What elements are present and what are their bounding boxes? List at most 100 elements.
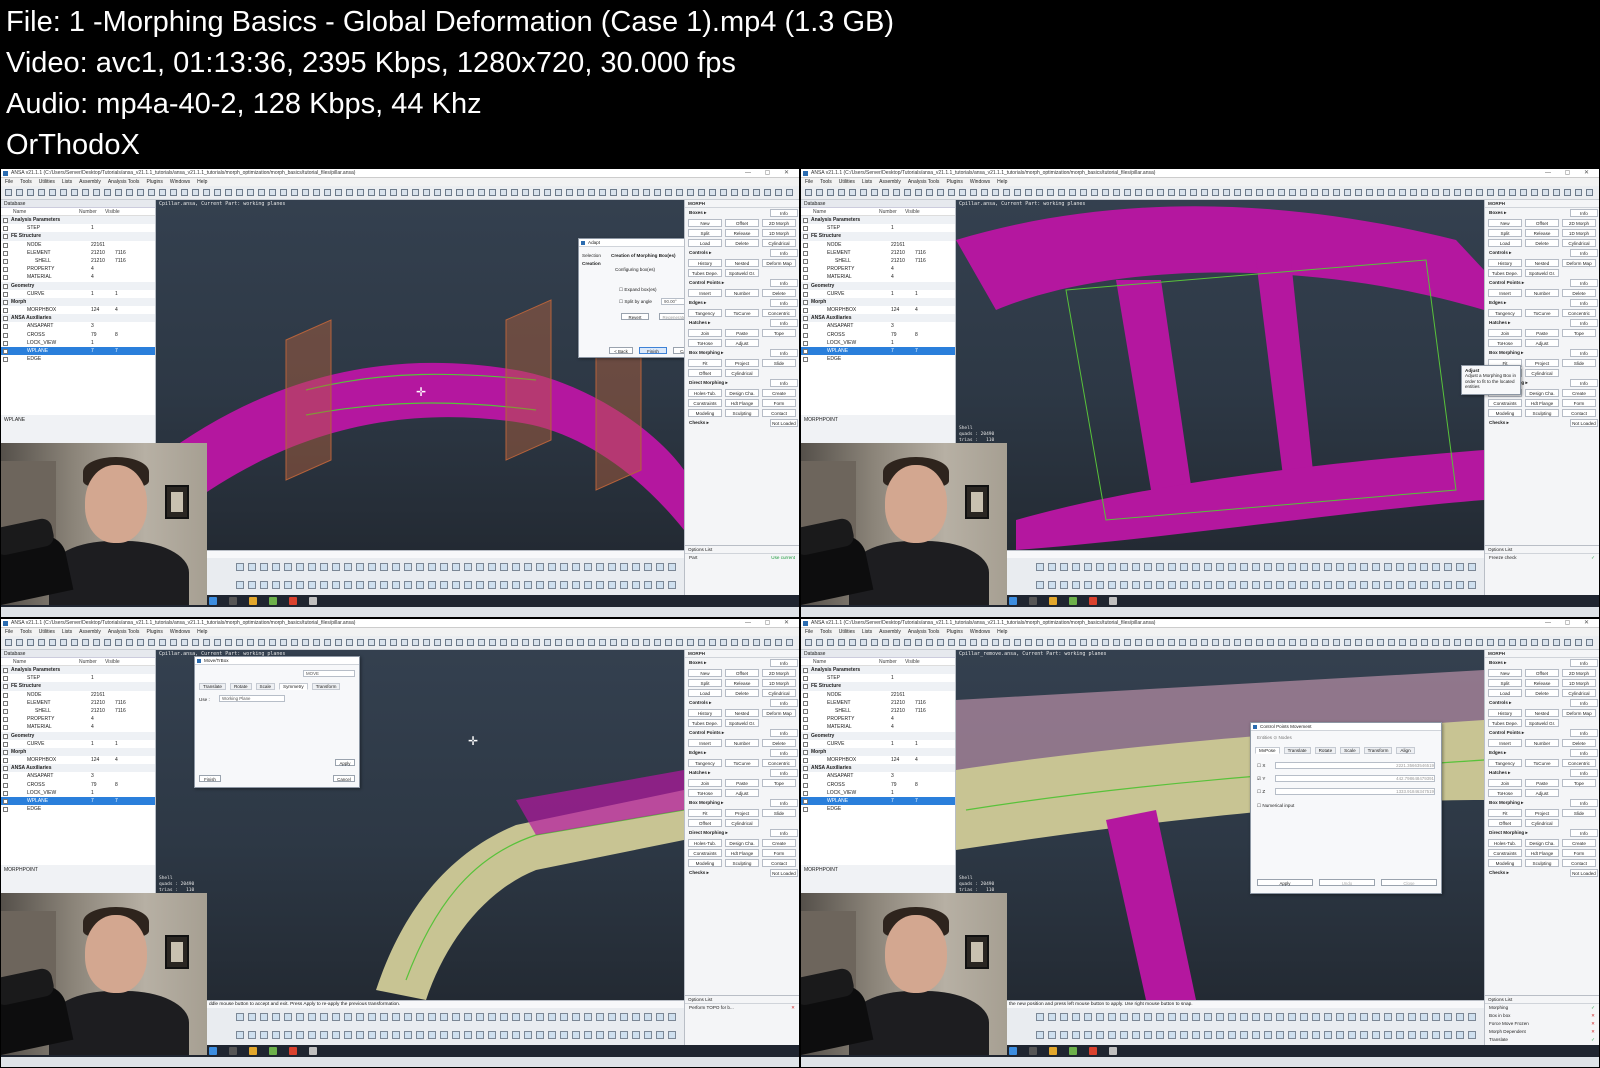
toolbar-tool-icon[interactable] bbox=[93, 189, 100, 196]
database-row[interactable]: SHELL 21210 7116 bbox=[801, 707, 955, 715]
x-row[interactable]: ☐ X bbox=[1257, 763, 1265, 769]
tab[interactable]: Translate bbox=[1283, 747, 1311, 754]
toolbar-tool-icon[interactable] bbox=[577, 189, 584, 196]
toolbar-tool-icon[interactable] bbox=[148, 189, 155, 196]
visibility-checkbox[interactable] bbox=[3, 308, 8, 314]
visibility-checkbox[interactable] bbox=[3, 340, 8, 346]
select-tool-icon[interactable] bbox=[1360, 1031, 1368, 1039]
morph-function-button[interactable]: Adjust bbox=[1525, 789, 1559, 797]
toolbar-tool-icon[interactable] bbox=[555, 639, 562, 646]
toolbar-tool-icon[interactable] bbox=[1399, 189, 1406, 196]
select-tool-icon[interactable] bbox=[308, 581, 316, 589]
morph-function-button[interactable]: Tope bbox=[762, 329, 796, 337]
visibility-checkbox[interactable] bbox=[3, 733, 8, 739]
toolbar-tool-icon[interactable] bbox=[1311, 189, 1318, 196]
toolbar-tool-icon[interactable] bbox=[1267, 189, 1274, 196]
morph-function-button[interactable]: Offset bbox=[688, 819, 722, 827]
toolbar-tool-icon[interactable] bbox=[1047, 639, 1054, 646]
select-tool-icon[interactable] bbox=[488, 1031, 496, 1039]
3d-viewport[interactable]: ✛ Cpillar.ansa, Current Part: working pl… bbox=[156, 650, 684, 1000]
morph-function-button[interactable]: History bbox=[688, 259, 722, 267]
taskbar-app-icon[interactable] bbox=[269, 1047, 277, 1055]
view-tool-icon[interactable] bbox=[404, 1013, 412, 1021]
select-tool-icon[interactable] bbox=[584, 581, 592, 589]
toolbar-tool-icon[interactable] bbox=[632, 639, 639, 646]
menu-item[interactable]: Help bbox=[197, 179, 207, 185]
select-tool-icon[interactable] bbox=[1168, 1031, 1176, 1039]
finish-button[interactable]: Finish bbox=[639, 347, 667, 354]
select-tool-icon[interactable] bbox=[1300, 1031, 1308, 1039]
toolbar-tool-icon[interactable] bbox=[981, 189, 988, 196]
select-tool-icon[interactable] bbox=[1372, 1031, 1380, 1039]
select-tool-icon[interactable] bbox=[416, 1031, 424, 1039]
select-tool-icon[interactable] bbox=[380, 581, 388, 589]
toolbar-tool-icon[interactable] bbox=[698, 189, 705, 196]
database-row[interactable]: FE Structure bbox=[1, 682, 155, 691]
morph-function-button[interactable]: Insert bbox=[688, 289, 722, 297]
col-visible[interactable]: Visible bbox=[105, 208, 120, 216]
select-tool-icon[interactable] bbox=[1192, 1031, 1200, 1039]
toolbar-tool-icon[interactable] bbox=[368, 189, 375, 196]
toolbar-tool-icon[interactable] bbox=[467, 189, 474, 196]
view-tool-icon[interactable] bbox=[1396, 563, 1404, 571]
morph-function-button[interactable]: Spotweld Gr. bbox=[1525, 269, 1559, 277]
visibility-checkbox[interactable] bbox=[803, 258, 808, 264]
info-button[interactable]: Info bbox=[770, 209, 798, 217]
toolbar-tool-icon[interactable] bbox=[1201, 639, 1208, 646]
view-tool-icon[interactable] bbox=[1360, 1013, 1368, 1021]
morph-function-button[interactable]: Tope bbox=[1562, 779, 1596, 787]
menu-item[interactable]: Analysis Tools bbox=[908, 629, 940, 635]
taskbar-app-icon[interactable] bbox=[209, 597, 217, 605]
toolbar-tool-icon[interactable] bbox=[849, 639, 856, 646]
morph-function-button[interactable]: Delete bbox=[1562, 739, 1596, 747]
morph-function-button[interactable]: Hdt Flange bbox=[1525, 399, 1559, 407]
toolbar-tool-icon[interactable] bbox=[203, 189, 210, 196]
visibility-checkbox[interactable] bbox=[803, 766, 808, 772]
toolbar-tool-icon[interactable] bbox=[849, 189, 856, 196]
toolbar-tool-icon[interactable] bbox=[423, 189, 430, 196]
select-tool-icon[interactable] bbox=[236, 1031, 244, 1039]
visibility-checkbox[interactable] bbox=[3, 332, 8, 338]
info-button[interactable]: Info bbox=[770, 659, 798, 667]
morph-group[interactable]: Controls ▸ Info bbox=[685, 248, 799, 258]
toolbar-tool-icon[interactable] bbox=[1058, 639, 1065, 646]
toolbar-tool-icon[interactable] bbox=[786, 189, 793, 196]
toolbar-tool-icon[interactable] bbox=[1553, 639, 1560, 646]
view-tool-icon[interactable] bbox=[1456, 1013, 1464, 1021]
taskbar-app-icon[interactable] bbox=[1009, 1047, 1017, 1055]
view-tool-icon[interactable] bbox=[1072, 563, 1080, 571]
select-tool-icon[interactable] bbox=[452, 581, 460, 589]
toolbar-tool-icon[interactable] bbox=[1520, 189, 1527, 196]
morph-group[interactable]: Boxes ▸ Info bbox=[1485, 208, 1599, 218]
select-tool-icon[interactable] bbox=[344, 1031, 352, 1039]
morph-function-button[interactable]: Slide bbox=[1562, 809, 1596, 817]
toolbar-tool-icon[interactable] bbox=[959, 639, 966, 646]
morph-function-button[interactable]: Hdt Flange bbox=[725, 399, 759, 407]
view-tool-icon[interactable] bbox=[1204, 1013, 1212, 1021]
morph-function-button[interactable]: Tubes Depe. bbox=[688, 719, 722, 727]
view-tool-icon[interactable] bbox=[560, 1013, 568, 1021]
view-tool-icon[interactable] bbox=[620, 563, 628, 571]
menu-item[interactable]: Plugins bbox=[146, 179, 162, 185]
visibility-checkbox[interactable] bbox=[803, 717, 808, 723]
toolbar-tool-icon[interactable] bbox=[1575, 189, 1582, 196]
morph-function-button[interactable]: Form bbox=[1562, 849, 1596, 857]
view-tool-icon[interactable] bbox=[548, 1013, 556, 1021]
toolbar-tool-icon[interactable] bbox=[1531, 639, 1538, 646]
undo-button[interactable]: Undo bbox=[1319, 879, 1375, 886]
select-tool-icon[interactable] bbox=[1240, 581, 1248, 589]
view-tool-icon[interactable] bbox=[1336, 563, 1344, 571]
morph-function-button[interactable]: Offset bbox=[688, 369, 722, 377]
select-tool-icon[interactable] bbox=[392, 581, 400, 589]
select-tool-icon[interactable] bbox=[620, 1031, 628, 1039]
visibility-checkbox[interactable] bbox=[3, 299, 8, 305]
database-row[interactable]: WPLANE 7 7 bbox=[801, 797, 955, 806]
menu-item[interactable]: Help bbox=[997, 629, 1007, 635]
morph-function-button[interactable]: Deform Map bbox=[762, 259, 796, 267]
toolbar-tool-icon[interactable] bbox=[291, 639, 298, 646]
morph-function-button[interactable]: Deform Map bbox=[762, 709, 796, 717]
info-button[interactable]: Info bbox=[1570, 279, 1598, 287]
tab[interactable]: Transform bbox=[311, 683, 341, 690]
select-tool-icon[interactable] bbox=[296, 581, 304, 589]
toolbar-tool-icon[interactable] bbox=[1069, 639, 1076, 646]
